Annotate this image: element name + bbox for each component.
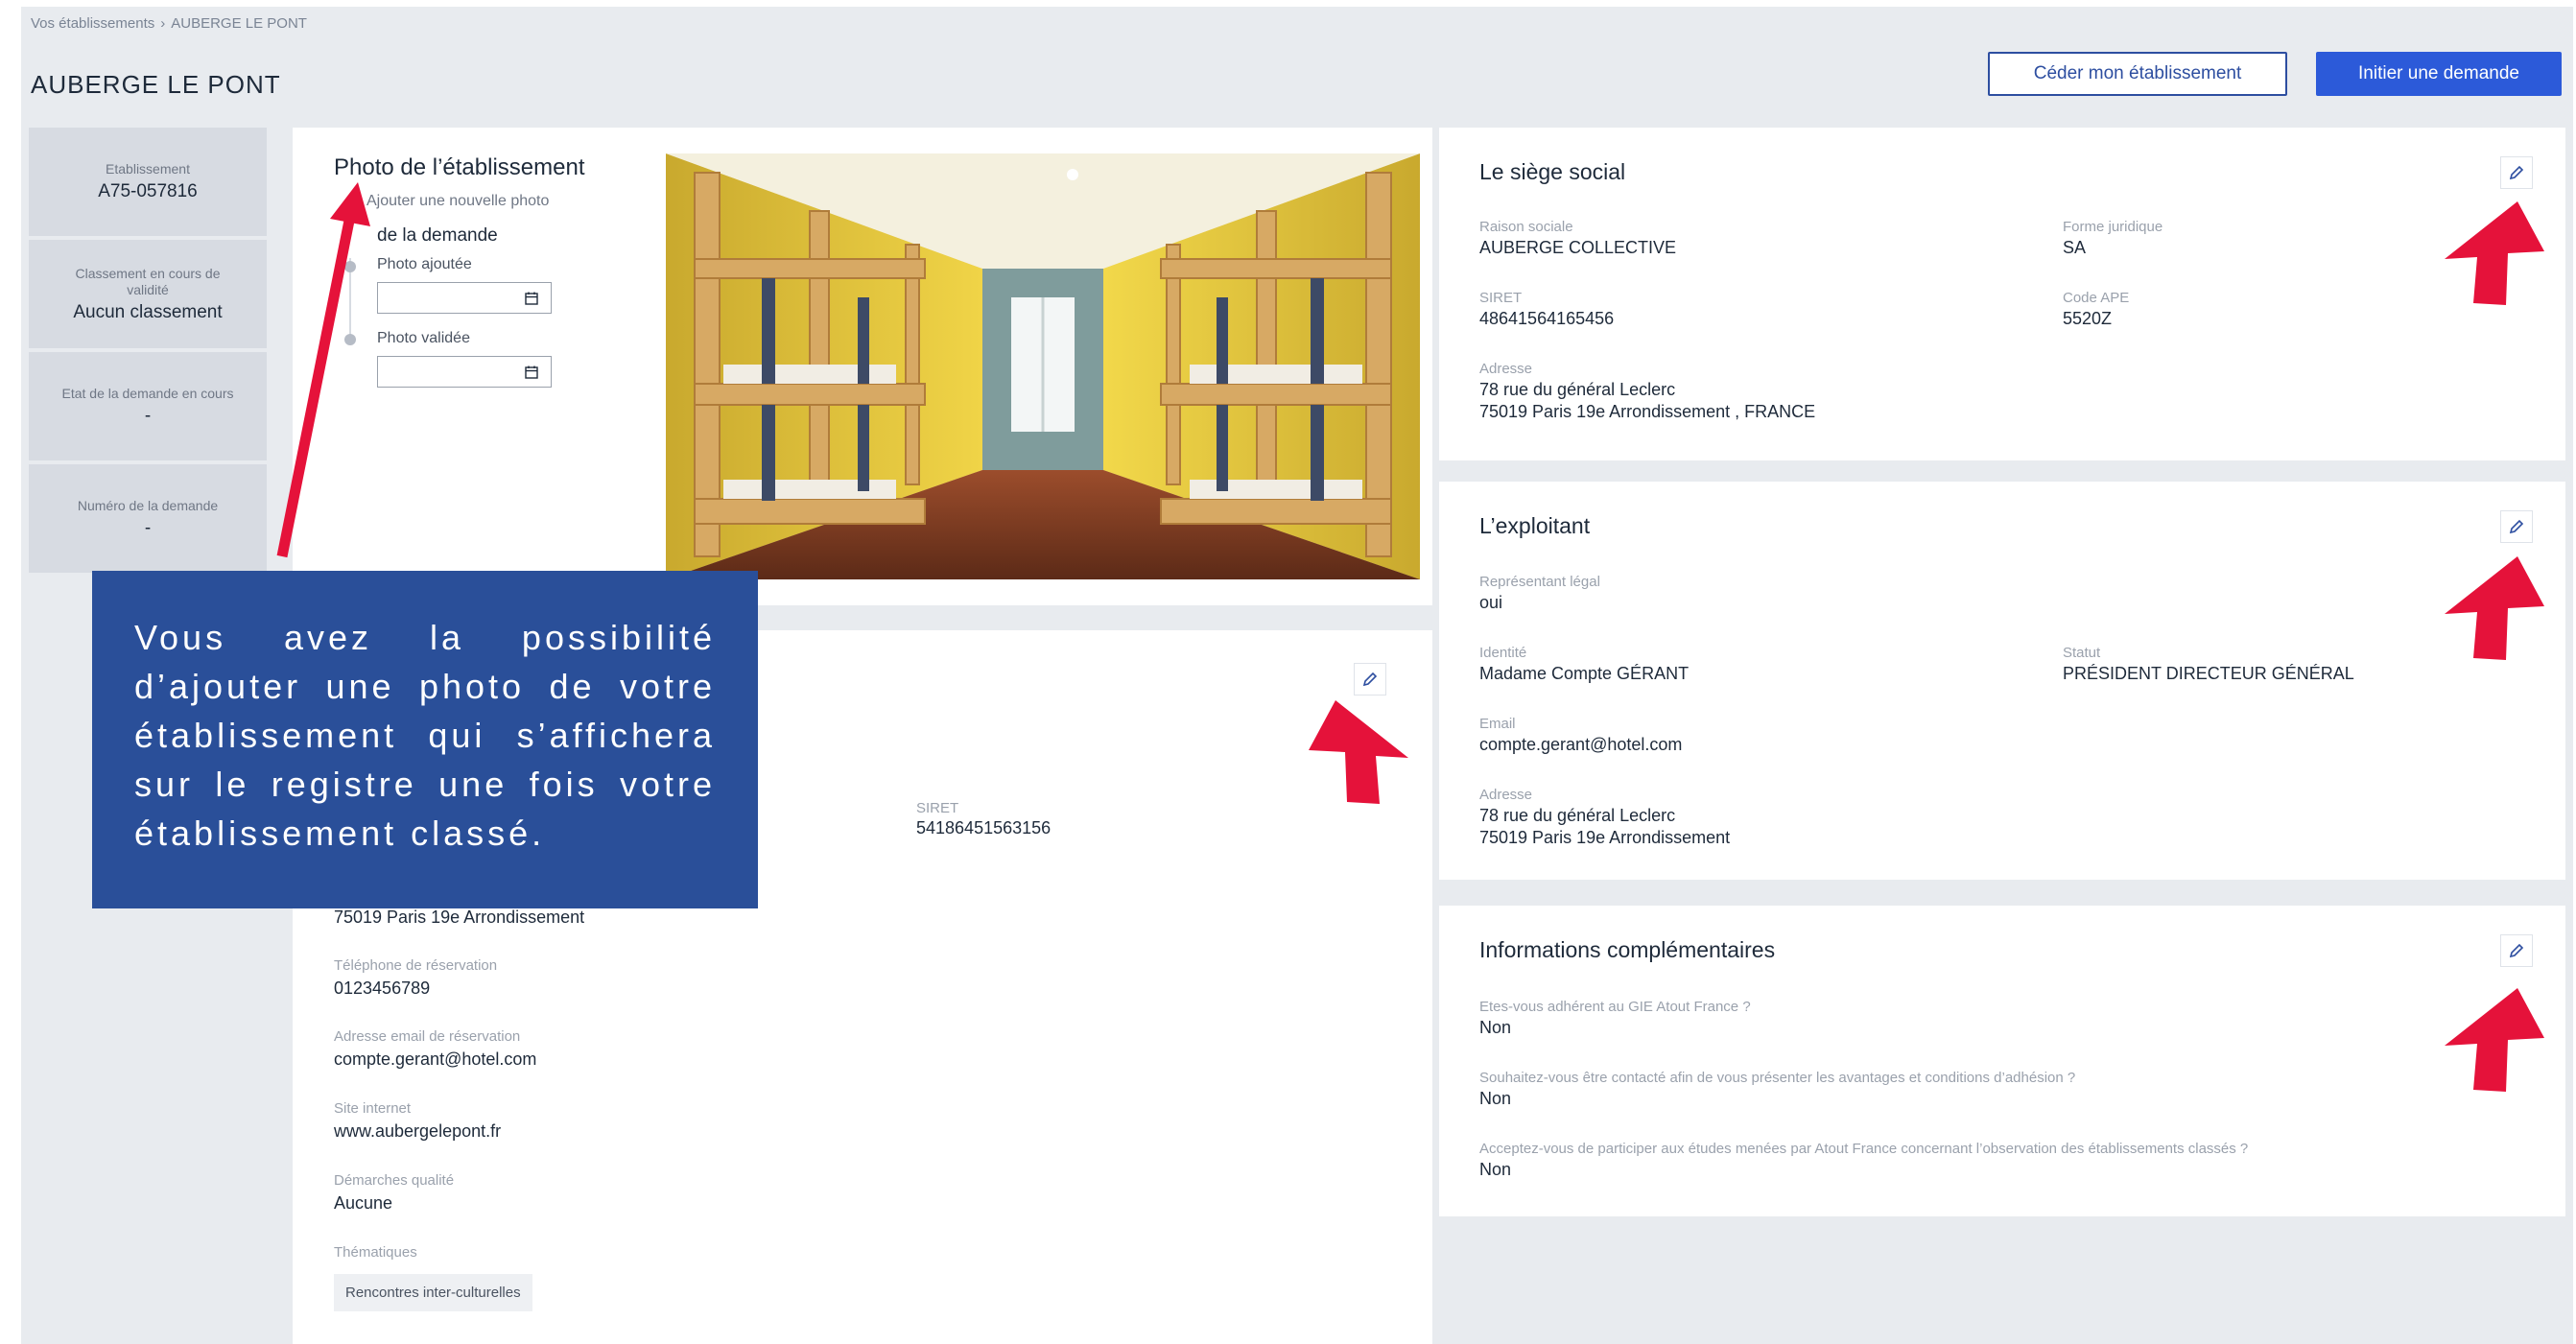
question-1-answer: Non [1479, 1018, 1512, 1037]
question-1-label: Etes-vous adhérent au GIE Atout France ? [1479, 999, 1751, 1015]
website-label: Site internet [334, 1100, 412, 1117]
head-office-address-label: Adresse [1479, 361, 1533, 377]
question-3-answer: Non [1479, 1160, 1512, 1179]
address-line-2: 75019 Paris 19e Arrondissement [334, 908, 585, 927]
red-arrow-icon [2445, 556, 2544, 660]
identity-value: Madame Compte GÉRANT [1479, 664, 1690, 683]
step-photo-added-label: Photo ajoutée [377, 256, 472, 272]
theme-tag: Rencontres inter-culturelles [334, 1274, 532, 1311]
phone-label: Téléphone de réservation [334, 957, 498, 974]
company-name-value: AUBERGE COLLECTIVE [1479, 238, 1677, 257]
booking-email-label: Adresse email de réservation [334, 1028, 521, 1045]
status-label: Statut [2063, 645, 2101, 661]
calendar-icon [525, 292, 538, 305]
long-arrow-icon [276, 182, 370, 558]
identity-label: Identité [1479, 645, 1527, 661]
sidebar-card-classification: Classement en cours de validité Aucun cl… [29, 240, 267, 348]
breadcrumb-current: AUBERGE LE PONT [171, 15, 307, 32]
quality-label: Démarches qualité [334, 1172, 455, 1189]
breadcrumb: Vos établissements › AUBERGE LE PONT [31, 15, 313, 32]
sidebar-card-value: Aucun classement [73, 301, 223, 322]
operator-address-line-1: 78 rue du général Leclerc [1479, 806, 1676, 825]
breadcrumb-parent[interactable]: Vos établissements [31, 15, 154, 32]
photo-card: Photo de l’établissement Ajouter une nou… [293, 128, 1432, 605]
photo-card-title: Photo de l’établissement [334, 154, 585, 180]
head-office-siret-value: 48641564165456 [1479, 309, 1615, 328]
photo-added-date-input[interactable] [377, 282, 552, 314]
edit-additional-info-button[interactable] [2500, 934, 2533, 967]
operator-address-line-2: 75019 Paris 19e Arrondissement [1479, 828, 1731, 847]
booking-email-value: compte.gerant@hotel.com [334, 1049, 537, 1069]
sidebar-card-value: - [144, 518, 152, 538]
step-photo-validated-label: Photo validée [377, 330, 470, 346]
initiate-request-button[interactable]: Initier une demande [2316, 52, 2562, 96]
red-arrow-icon [2445, 201, 2544, 305]
sidebar-card-label: Numéro de la demande [77, 498, 219, 513]
legal-rep-label: Représentant légal [1479, 574, 1600, 590]
establishment-photo [666, 153, 1420, 579]
sidebar-card-value: - [144, 406, 152, 426]
phone-value: 0123456789 [334, 979, 431, 998]
sidebar-card-value: A75-057816 [98, 181, 198, 201]
add-photo-label: Ajouter une nouvelle photo [366, 193, 550, 209]
operator-email-value: compte.gerant@hotel.com [1479, 735, 1683, 754]
question-3-label: Acceptez-vous de participer aux études m… [1479, 1141, 2249, 1157]
red-arrow-icon [2445, 988, 2544, 1092]
company-name-label: Raison sociale [1479, 219, 1573, 235]
quality-value: Aucune [334, 1193, 393, 1213]
head-office-title: Le siège social [1479, 159, 1626, 184]
sidebar-card-label: Etat de la demande en cours [61, 386, 234, 401]
request-status-title: de la demande [377, 225, 498, 246]
red-arrow-icon [1309, 700, 1408, 804]
ape-code-label: Code APE [2063, 290, 2130, 306]
additional-info-card: Informations complémentaires Etes-vous a… [1439, 906, 2565, 1216]
status-value: PRÉSIDENT DIRECTEUR GÉNÉRAL [2063, 664, 2354, 683]
calendar-icon [525, 365, 538, 379]
edit-operator-button[interactable] [2500, 510, 2533, 543]
ape-code-value: 5520Z [2063, 309, 2113, 328]
head-office-siret-label: SIRET [1479, 290, 1523, 306]
head-office-address-line-2: 75019 Paris 19e Arrondissement , FRANCE [1479, 402, 1816, 421]
question-2-answer: Non [1479, 1089, 1512, 1108]
head-office-card: Le siège social Raison sociale AUBERGE C… [1439, 128, 2565, 460]
legal-rep-value: oui [1479, 593, 1503, 612]
siret-value: 54186451563156 [916, 818, 1052, 837]
edit-establishment-button[interactable] [1354, 663, 1386, 696]
themes-label: Thématiques [334, 1244, 417, 1261]
sidebar-card-label: Classement en cours de validité [75, 265, 221, 297]
operator-address-label: Adresse [1479, 787, 1533, 803]
additional-info-title: Informations complémentaires [1479, 937, 1776, 962]
cede-establishment-button[interactable]: Céder mon établissement [1988, 52, 2287, 96]
photo-validated-date-input[interactable] [377, 356, 552, 388]
sidebar-card-request-state: Etat de la demande en cours - [29, 352, 267, 460]
legal-form-value: SA [2063, 238, 2087, 257]
operator-email-label: Email [1479, 716, 1516, 732]
pencil-icon [1362, 672, 1378, 687]
pencil-icon [2509, 519, 2524, 534]
tutorial-tooltip: Vous avez la possibilité d’ajouter une p… [92, 571, 758, 908]
head-office-address-line-1: 78 rue du général Leclerc [1479, 380, 1676, 399]
page-title: AUBERGE LE PONT [31, 70, 281, 99]
sidebar-card-establishment: Etablissement A75-057816 [29, 128, 267, 236]
operator-card: L’exploitant Représentant légal oui Iden… [1439, 482, 2565, 880]
sidebar-card-request-number: Numéro de la demande - [29, 464, 267, 573]
siret-label: SIRET [916, 800, 959, 816]
sidebar: Etablissement A75-057816 Classement en c… [29, 128, 267, 577]
website-value: www.aubergelepont.fr [334, 1121, 502, 1141]
legal-form-label: Forme juridique [2063, 219, 2163, 235]
pencil-icon [2509, 165, 2524, 180]
pencil-icon [2509, 943, 2524, 958]
sidebar-card-label: Etablissement [106, 161, 190, 177]
operator-title: L’exploitant [1479, 513, 1591, 538]
edit-head-office-button[interactable] [2500, 156, 2533, 189]
question-2-label: Souhaitez-vous être contacté afin de vou… [1479, 1070, 2076, 1086]
breadcrumb-separator: › [160, 15, 166, 32]
